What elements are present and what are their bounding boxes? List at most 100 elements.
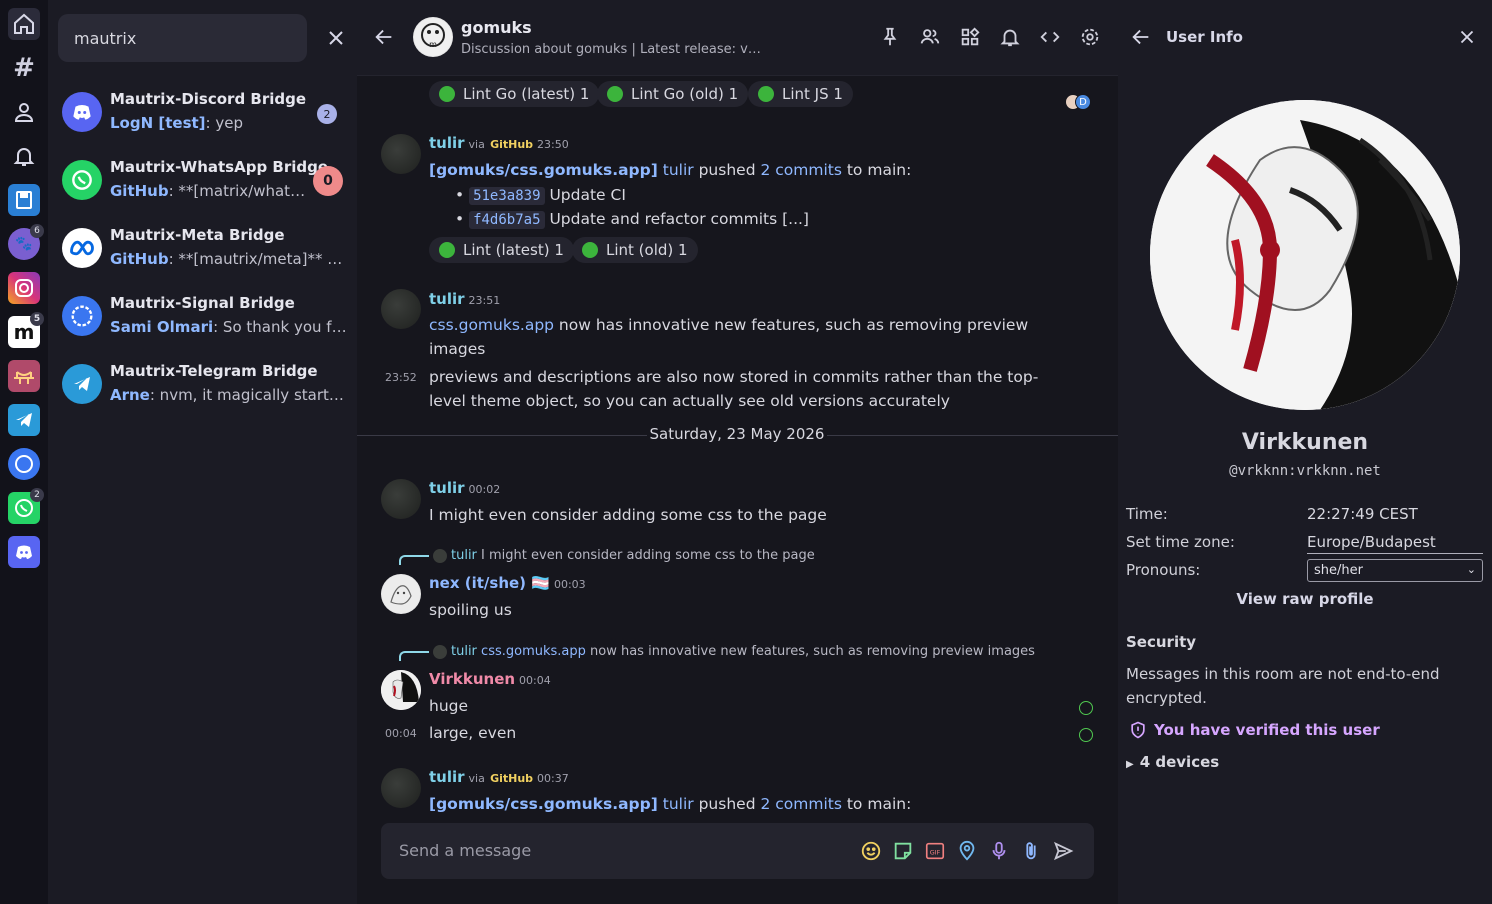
message-sender[interactable]: tulir via GitHub 00:37: [429, 768, 569, 786]
reaction[interactable]: Lint Go (old) 1: [597, 81, 749, 107]
reaction[interactable]: Lint (latest) 1: [429, 237, 574, 263]
gif-icon[interactable]: GIF: [924, 840, 946, 862]
reaction-label: Lint (old) 1: [606, 241, 688, 259]
back-arrow-icon[interactable]: [373, 26, 397, 50]
sticker-icon[interactable]: [892, 840, 914, 862]
commit-hash[interactable]: 51e3a839: [469, 187, 545, 205]
message-sender[interactable]: nex (it/she) 🏳️‍⚧️ 00:03: [429, 574, 586, 592]
room-item[interactable]: Mautrix-WhatsApp Bridge GitHub: **[matri…: [48, 148, 357, 216]
telegram-icon[interactable]: [8, 404, 40, 436]
sender-name: nex (it/she): [429, 574, 527, 592]
message-sender[interactable]: tulir 00:02: [429, 479, 500, 497]
reaction-label: Lint JS 1: [782, 85, 843, 103]
sender-name: tulir: [429, 134, 465, 152]
timestamp: 00:04: [519, 674, 551, 687]
reaction-label: Lint Go (latest) 1: [463, 85, 590, 103]
commits-link[interactable]: 2 commits: [760, 161, 841, 179]
bell-icon[interactable]: [999, 26, 1023, 50]
location-icon[interactable]: [956, 840, 978, 862]
back-arrow-icon[interactable]: [1130, 26, 1154, 50]
whatsapp-icon[interactable]: 2: [8, 488, 44, 524]
space-rail: # 🐾 6 m5 2: [0, 0, 48, 904]
message-text: level theme object, so you can actually …: [429, 392, 950, 410]
bell-icon[interactable]: [8, 140, 40, 172]
avatar[interactable]: [381, 768, 421, 808]
reply-sender: tulir: [451, 548, 477, 563]
pronouns-select[interactable]: she/her ⌄: [1307, 559, 1483, 582]
attachment-icon[interactable]: [1020, 840, 1042, 862]
preview-text: : **[mautrix/meta]** Re...: [168, 250, 350, 268]
code-icon[interactable]: [1039, 26, 1063, 50]
home-icon[interactable]: [8, 8, 40, 40]
room-item[interactable]: Mautrix-Telegram Bridge Arne: nvm, it ma…: [48, 352, 357, 420]
reaction[interactable]: Lint (old) 1: [572, 237, 698, 263]
gear-icon[interactable]: [1079, 26, 1103, 50]
avatar[interactable]: [381, 134, 421, 174]
room-name: Mautrix-Discord Bridge: [110, 90, 307, 108]
timezone-field[interactable]: Europe/Budapest: [1307, 533, 1483, 554]
avatar[interactable]: [381, 479, 421, 519]
cat-icon[interactable]: 🐾 6: [8, 224, 44, 260]
repo-link[interactable]: [gomuks/css.gomuks.app]: [429, 161, 658, 179]
sender-name: tulir: [429, 479, 465, 497]
discord-icon[interactable]: [8, 536, 40, 568]
read-check-icon: [1079, 728, 1093, 742]
matrix-icon[interactable]: m5: [8, 312, 44, 348]
widgets-icon[interactable]: [959, 26, 983, 50]
signal-icon[interactable]: [8, 448, 40, 480]
avatar[interactable]: [381, 670, 421, 710]
commits-link[interactable]: 2 commits: [760, 795, 841, 813]
search-input[interactable]: mautrix: [58, 14, 307, 62]
message-input[interactable]: Send a message: [399, 841, 531, 860]
reply-sender: tulir: [451, 644, 477, 659]
user-avatar[interactable]: [1150, 100, 1460, 410]
message-text: images: [429, 340, 486, 358]
close-icon[interactable]: [1456, 26, 1480, 50]
user-link[interactable]: tulir: [663, 795, 694, 813]
instagram-icon[interactable]: [8, 272, 40, 304]
read-check-icon: [1079, 701, 1093, 715]
site-link[interactable]: css.gomuks.app: [429, 316, 554, 334]
room-topic: Discussion about gomuks | Latest release…: [461, 42, 761, 57]
time-value: 22:27:49 CEST: [1307, 505, 1418, 523]
timestamp: 23:51: [468, 294, 501, 307]
room-avatar[interactable]: m: [413, 17, 453, 57]
meta-icon: [62, 228, 102, 268]
message-body: [gomuks/css.gomuks.app] tulir pushed 2 c…: [429, 161, 911, 179]
emoji-icon[interactable]: [860, 840, 882, 862]
message-sender[interactable]: Virkkunen 00:04: [429, 670, 551, 688]
room-item[interactable]: Mautrix-Signal Bridge Sami Olmari: So th…: [48, 284, 357, 352]
message-sender[interactable]: tulir via GitHub 23:50: [429, 134, 569, 152]
commit-hash[interactable]: f4d6b7a5: [469, 211, 545, 229]
hashtag-icon[interactable]: #: [8, 52, 40, 84]
reaction[interactable]: Lint Go (latest) 1: [429, 81, 600, 107]
room-item[interactable]: Mautrix-Meta Bridge GitHub: **[mautrix/m…: [48, 216, 357, 284]
person-icon[interactable]: [8, 96, 40, 128]
via-label: via: [468, 138, 485, 151]
pushed-text: pushed: [698, 161, 756, 179]
reaction-label: Lint Go (old) 1: [631, 85, 739, 103]
avatar[interactable]: [381, 289, 421, 329]
read-receipts[interactable]: D: [1063, 93, 1093, 111]
send-icon[interactable]: [1052, 840, 1074, 862]
view-raw-profile-button[interactable]: View raw profile: [1118, 590, 1492, 608]
repo-link[interactable]: [gomuks/css.gomuks.app]: [429, 795, 658, 813]
members-icon[interactable]: [919, 26, 943, 50]
pin-icon[interactable]: [879, 26, 903, 50]
preview-sender: GitHub: [110, 250, 169, 268]
floppy-icon[interactable]: [8, 184, 40, 216]
room-item[interactable]: Mautrix-Discord Bridge LogN [test]: yep …: [48, 80, 357, 148]
close-icon[interactable]: [324, 26, 348, 50]
user-info-panel: User Info Virkkunen @vrkknn:vrkknn.net T…: [1118, 0, 1492, 904]
reply-preview[interactable]: tulir I might even consider adding some …: [399, 548, 815, 565]
message-sender[interactable]: tulir 23:51: [429, 290, 500, 308]
devices-toggle[interactable]: ▶ 4 devices: [1126, 753, 1219, 771]
microphone-icon[interactable]: [988, 840, 1010, 862]
bridge-icon[interactable]: [8, 360, 40, 392]
user-link[interactable]: tulir: [663, 161, 694, 179]
reply-preview[interactable]: tulir css.gomuks.app now has innovative …: [399, 644, 1035, 661]
message-composer[interactable]: Send a message GIF: [381, 823, 1094, 879]
avatar[interactable]: [381, 574, 421, 614]
reaction[interactable]: Lint JS 1: [748, 81, 853, 107]
room-list: mautrix Mautrix-Discord Bridge LogN [tes…: [48, 0, 357, 904]
